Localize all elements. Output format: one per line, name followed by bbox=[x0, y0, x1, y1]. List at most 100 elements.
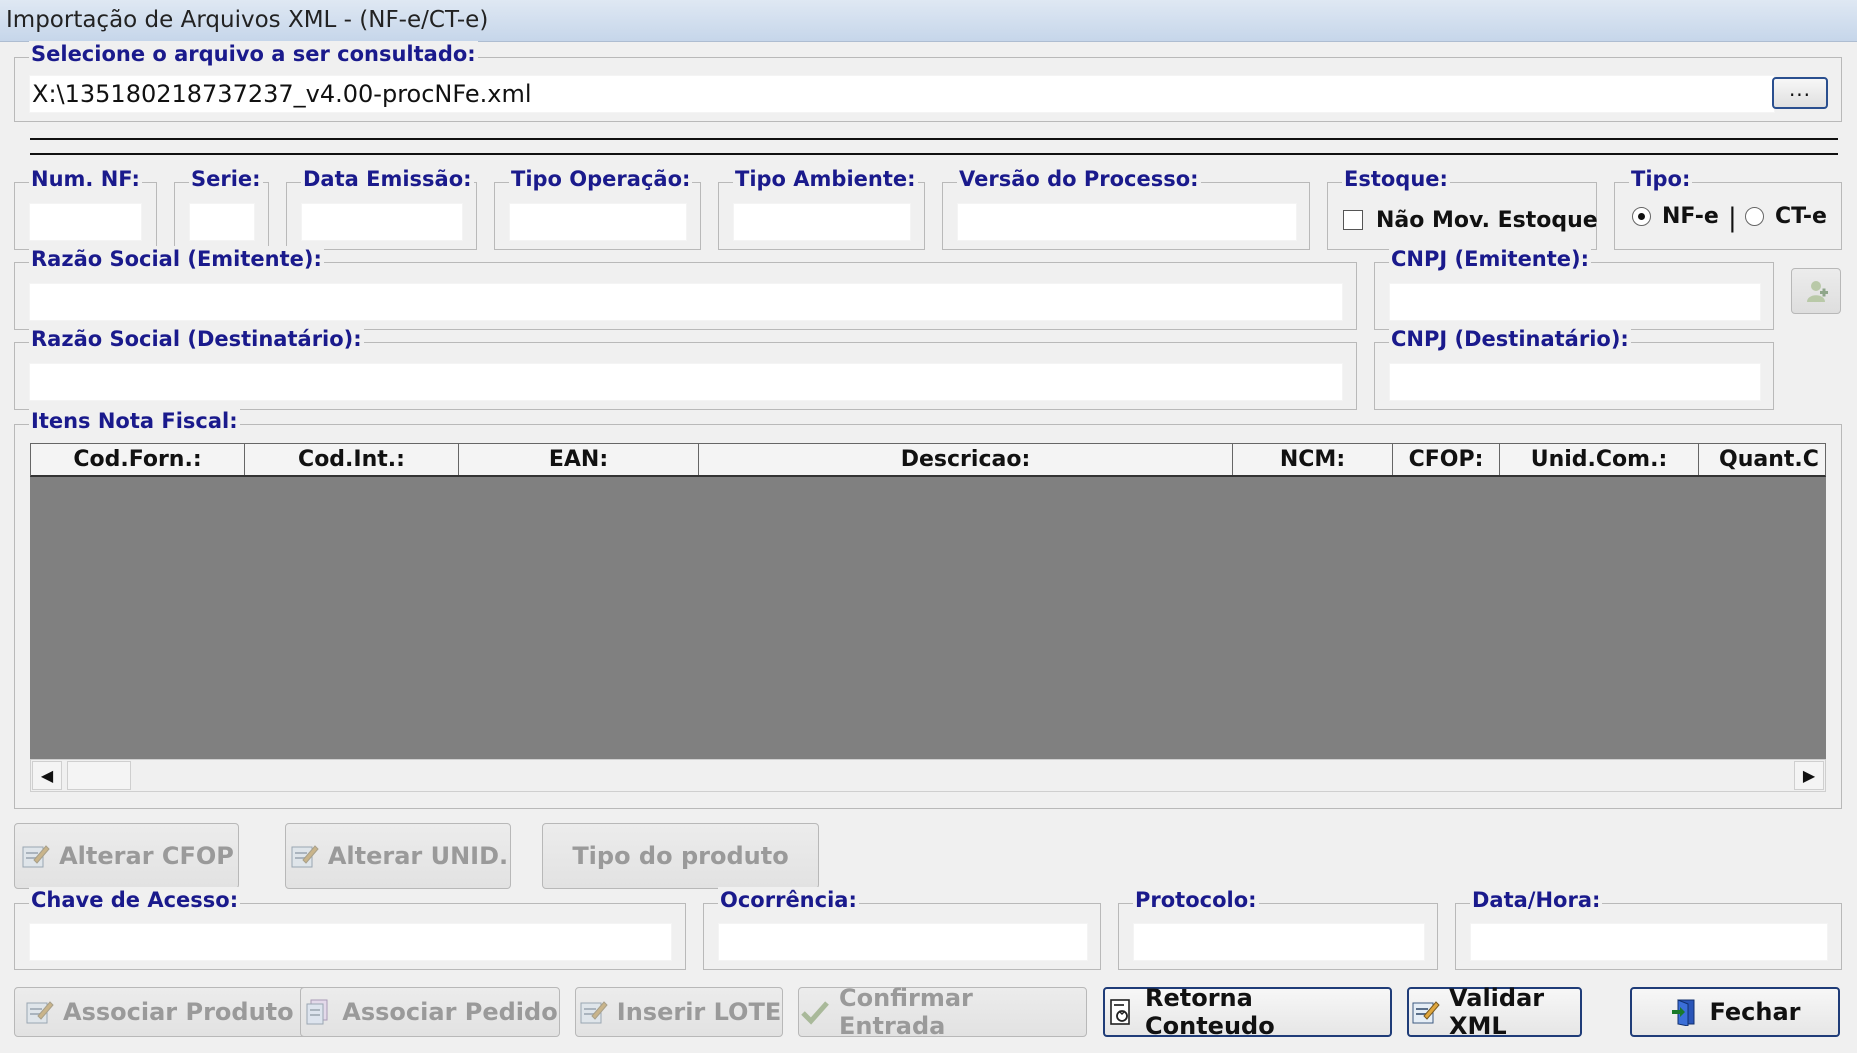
edit-document-icon bbox=[23, 997, 55, 1027]
data-emissao-field[interactable] bbox=[301, 203, 463, 241]
documents-icon bbox=[302, 997, 334, 1027]
data-hora-field[interactable] bbox=[1470, 923, 1828, 961]
protocolo-label: Protocolo: bbox=[1133, 887, 1259, 913]
items-grid-body[interactable] bbox=[30, 477, 1826, 759]
tipo-group: Tipo: NF-e | CT-e bbox=[1614, 166, 1842, 250]
column-header-cod-forn[interactable]: Cod.Forn.: bbox=[31, 444, 245, 475]
browse-button[interactable]: ... bbox=[1772, 77, 1828, 109]
file-path-input[interactable]: X:\135180218737237_v4.00-procNFe.xml bbox=[29, 75, 1775, 113]
tipo-operacao-group: Tipo Operação: bbox=[494, 166, 701, 250]
estoque-label: Estoque: bbox=[1342, 166, 1450, 192]
edit-document-icon bbox=[577, 997, 609, 1027]
nfe-radio[interactable] bbox=[1632, 207, 1651, 226]
alterar-cfop-label: Alterar CFOP bbox=[59, 842, 234, 870]
versao-processo-field[interactable] bbox=[957, 203, 1297, 241]
items-grid-header: Cod.Forn.: Cod.Int.: EAN: Descricao: NCM… bbox=[30, 443, 1826, 477]
cnpj-destinatario-field[interactable] bbox=[1389, 363, 1761, 401]
edit-document-icon bbox=[19, 841, 51, 871]
checkmark-icon bbox=[799, 997, 831, 1027]
confirmar-entrada-button[interactable]: Confirmar Entrada bbox=[798, 984, 1087, 1040]
serie-field[interactable] bbox=[189, 203, 255, 241]
tipo-ambiente-group: Tipo Ambiente: bbox=[718, 166, 925, 250]
validar-xml-label: Validar XML bbox=[1449, 984, 1545, 1040]
razao-emitente-group: Razão Social (Emitente): bbox=[14, 246, 1357, 330]
razao-destinatario-label: Razão Social (Destinatário): bbox=[29, 326, 364, 352]
column-header-quant-com[interactable]: Quant.C bbox=[1699, 444, 1825, 475]
add-person-icon bbox=[1807, 281, 1828, 302]
chave-acesso-field[interactable] bbox=[29, 923, 672, 961]
file-select-group: Selecione o arquivo a ser consultado: X:… bbox=[14, 41, 1842, 122]
razao-emitente-label: Razão Social (Emitente): bbox=[29, 246, 324, 272]
column-header-ean[interactable]: EAN: bbox=[459, 444, 699, 475]
cnpj-emitente-group: CNPJ (Emitente): bbox=[1374, 246, 1774, 330]
tipo-operacao-field[interactable] bbox=[509, 203, 687, 241]
chave-acesso-group: Chave de Acesso: bbox=[14, 887, 686, 970]
edit-document-icon bbox=[1409, 997, 1441, 1027]
versao-processo-group: Versão do Processo: bbox=[942, 166, 1310, 250]
razao-emitente-field[interactable] bbox=[29, 283, 1343, 321]
associar-pedido-label: Associar Pedido bbox=[342, 998, 558, 1026]
exit-door-icon bbox=[1669, 997, 1701, 1027]
ocorrencia-field[interactable] bbox=[718, 923, 1088, 961]
num-nf-group: Num. NF: bbox=[14, 166, 157, 250]
serie-label: Serie: bbox=[189, 166, 263, 192]
retorna-conteudo-label: Retorna Conteudo bbox=[1145, 984, 1275, 1040]
num-nf-label: Num. NF: bbox=[29, 166, 142, 192]
num-nf-field[interactable] bbox=[29, 203, 142, 241]
fechar-label: Fechar bbox=[1709, 998, 1801, 1026]
alterar-unid-button[interactable]: Alterar UNID. bbox=[285, 823, 511, 889]
column-header-ncm[interactable]: NCM: bbox=[1233, 444, 1393, 475]
document-refresh-icon bbox=[1105, 997, 1137, 1027]
chave-acesso-label: Chave de Acesso: bbox=[29, 887, 241, 913]
window-title: Importação de Arquivos XML - (NF-e/CT-e) bbox=[0, 0, 1857, 42]
data-hora-group: Data/Hora: bbox=[1455, 887, 1842, 970]
column-header-cfop[interactable]: CFOP: bbox=[1393, 444, 1500, 475]
ocorrencia-group: Ocorrência: bbox=[703, 887, 1101, 970]
inserir-lote-button[interactable]: Inserir LOTE bbox=[575, 987, 783, 1037]
column-header-cod-int[interactable]: Cod.Int.: bbox=[245, 444, 459, 475]
protocolo-field[interactable] bbox=[1133, 923, 1425, 961]
data-hora-label: Data/Hora: bbox=[1470, 887, 1603, 913]
file-select-label: Selecione o arquivo a ser consultado: bbox=[29, 41, 478, 67]
versao-processo-label: Versão do Processo: bbox=[957, 166, 1201, 192]
alterar-cfop-button[interactable]: Alterar CFOP bbox=[14, 823, 239, 889]
validar-xml-button[interactable]: Validar XML bbox=[1407, 984, 1582, 1040]
associar-produto-button[interactable]: Associar Produto bbox=[14, 987, 317, 1037]
protocolo-group: Protocolo: bbox=[1118, 887, 1438, 970]
ocorrencia-label: Ocorrência: bbox=[718, 887, 859, 913]
cnpj-destinatario-label: CNPJ (Destinatário): bbox=[1389, 326, 1631, 352]
inserir-lote-label: Inserir LOTE bbox=[616, 998, 782, 1026]
razao-destinatario-group: Razão Social (Destinatário): bbox=[14, 326, 1357, 410]
scroll-right-arrow-icon[interactable]: ▶ bbox=[1794, 761, 1824, 790]
razao-destinatario-field[interactable] bbox=[29, 363, 1343, 401]
tipo-produto-label: Tipo do produto bbox=[572, 842, 789, 870]
nao-mov-estoque-checkbox[interactable] bbox=[1343, 210, 1363, 230]
separator-line-2 bbox=[30, 153, 1838, 155]
column-header-descricao[interactable]: Descricao: bbox=[699, 444, 1233, 475]
cte-radio-label[interactable]: CT-e bbox=[1775, 204, 1827, 230]
cte-radio[interactable] bbox=[1745, 207, 1764, 226]
retorna-conteudo-button[interactable]: Retorna Conteudo bbox=[1103, 984, 1392, 1040]
cnpj-emitente-label: CNPJ (Emitente): bbox=[1389, 246, 1592, 272]
data-emissao-label: Data Emissão: bbox=[301, 166, 474, 192]
tipo-operacao-label: Tipo Operação: bbox=[509, 166, 693, 192]
cnpj-destinatario-group: CNPJ (Destinatário): bbox=[1374, 326, 1774, 410]
separator-line-1 bbox=[30, 138, 1838, 140]
tipo-produto-button[interactable]: Tipo do produto bbox=[542, 823, 819, 889]
scroll-thumb[interactable] bbox=[67, 761, 131, 790]
cnpj-emitente-field[interactable] bbox=[1389, 283, 1761, 321]
estoque-group: Estoque: Não Mov. Estoque bbox=[1327, 166, 1598, 250]
horizontal-scrollbar[interactable]: ◀ ▶ bbox=[30, 759, 1826, 792]
nfe-radio-label[interactable]: NF-e bbox=[1662, 204, 1719, 230]
column-header-unid-com[interactable]: Unid.Com.: bbox=[1500, 444, 1699, 475]
nao-mov-estoque-label[interactable]: Não Mov. Estoque bbox=[1376, 208, 1598, 234]
fechar-button[interactable]: Fechar bbox=[1630, 987, 1840, 1037]
serie-group: Serie: bbox=[174, 166, 269, 250]
tipo-separator: | bbox=[1728, 203, 1737, 233]
data-emissao-group: Data Emissão: bbox=[286, 166, 477, 250]
associar-pedido-button[interactable]: Associar Pedido bbox=[300, 987, 560, 1037]
scroll-left-arrow-icon[interactable]: ◀ bbox=[32, 761, 62, 790]
search-emitente-button[interactable] bbox=[1791, 268, 1841, 314]
confirmar-entrada-label: Confirmar Entrada bbox=[839, 984, 973, 1040]
tipo-ambiente-field[interactable] bbox=[733, 203, 911, 241]
